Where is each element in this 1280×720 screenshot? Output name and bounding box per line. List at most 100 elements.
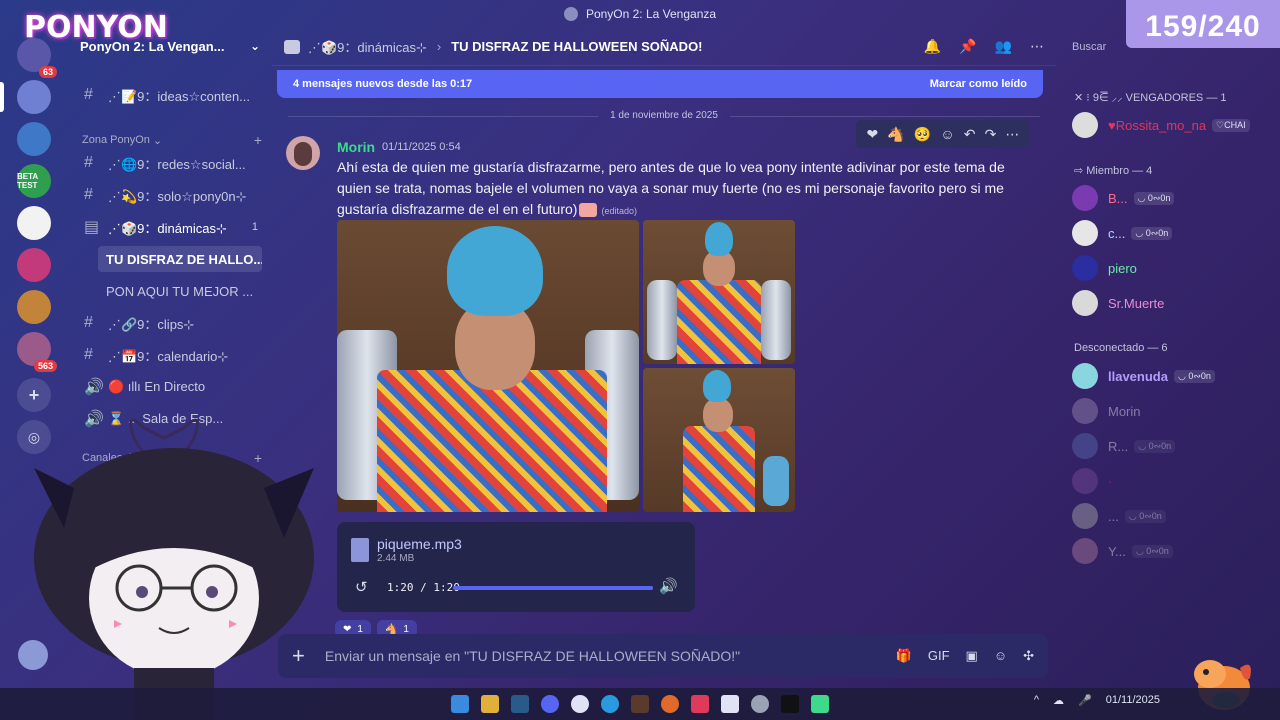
member-item[interactable]: · [1072, 466, 1272, 496]
audio-filename[interactable]: piqueme.mp3 [377, 536, 462, 552]
start-icon[interactable] [451, 695, 469, 713]
attachment-image-2[interactable] [643, 220, 795, 364]
explorer-icon[interactable] [481, 695, 499, 713]
mic-icon[interactable]: 🎤 [1078, 694, 1092, 707]
steam-icon[interactable] [511, 695, 529, 713]
channel-clips[interactable]: # ⋰🔗9：clips⊹ [76, 310, 266, 336]
thread-pon-aqui[interactable]: PON AQUI TU MEJOR ... [98, 278, 262, 304]
pleading-reaction-icon[interactable]: 🥺 [914, 126, 931, 143]
cloud-icon[interactable]: ☁ [1053, 694, 1064, 707]
obs-icon[interactable] [751, 695, 769, 713]
app-icon[interactable] [631, 695, 649, 713]
audio-progress-track[interactable] [453, 586, 653, 590]
more-icon[interactable]: ⋯ [1030, 38, 1044, 55]
category-zona-ponyon[interactable]: Zona PonyOn ⌄ + [82, 132, 262, 148]
replay-icon[interactable]: ↺ [355, 578, 368, 596]
app-icon[interactable] [721, 695, 739, 713]
members-icon[interactable]: 👥 [995, 38, 1012, 55]
member-item[interactable]: Y... ◡ 0∾0n [1072, 536, 1272, 566]
message-composer[interactable]: + Enviar un mensaje en "TU DISFRAZ DE HA… [278, 634, 1048, 678]
mark-as-read-button[interactable]: Marcar como leído [930, 78, 1027, 90]
member-name: Sr.Muerte [1108, 295, 1165, 311]
heart-reaction-icon[interactable]: ❤ [867, 126, 879, 143]
member-item[interactable]: piero [1072, 253, 1272, 283]
breadcrumb-channel[interactable]: ⋰🎲9：dinámicas⊹ [308, 37, 427, 56]
discord-icon[interactable] [541, 695, 559, 713]
bell-icon[interactable]: 🔔 [924, 38, 941, 55]
audio-attachment: piqueme.mp3 2.44 MB ↺ 1:20 / 1:20 🔊 [337, 522, 695, 612]
message-author[interactable]: Morin [337, 139, 375, 155]
pin-icon[interactable]: 📌 [959, 38, 976, 55]
pony-reaction-icon[interactable]: 🐴 [887, 126, 904, 143]
member-item[interactable]: Sr.Muerte [1072, 288, 1272, 318]
emoji-icon[interactable]: ☺ [994, 648, 1007, 664]
edge-icon[interactable] [601, 695, 619, 713]
member-item[interactable]: ♥Rossita_mo_na ♡CHAI [1072, 110, 1272, 140]
sticker-icon[interactable]: ▣ [966, 648, 978, 664]
reply-icon[interactable]: ↶ [964, 126, 976, 143]
member-tag: ◡ 0∾0n [1134, 439, 1176, 453]
channel-redes[interactable]: # ⋰🌐9：redes☆social... [76, 150, 266, 176]
member-item[interactable]: B... ◡ 0∾0n [1072, 183, 1272, 213]
server-icon-ponyon[interactable]: 63 [17, 38, 57, 78]
chat-header: ⋰🎲9：dinámicas⊹ › TU DISFRAZ DE HALLOWEEN… [272, 28, 1056, 66]
app-icon[interactable] [781, 695, 799, 713]
add-channel-icon[interactable]: + [254, 132, 262, 148]
chevron-up-icon[interactable]: ^ [1034, 694, 1039, 707]
server-icon-8[interactable]: 563 [17, 332, 57, 372]
new-messages-banner[interactable]: 4 mensajes nuevos desde las 0:17 Marcar … [277, 70, 1043, 98]
chatgpt-icon[interactable] [571, 695, 589, 713]
gif-icon[interactable]: GIF [928, 648, 950, 664]
volume-icon[interactable]: 🔊 [659, 577, 678, 595]
reaction-count: 1 [357, 623, 363, 635]
server-name: PonyOn 2: La Vengan... [80, 38, 225, 54]
channel-ideas[interactable]: # ⋰📝9：ideas☆conten... [76, 82, 266, 108]
server-icon-beta-test[interactable]: BETA TEST [17, 164, 51, 198]
search-input[interactable]: Buscar [1064, 36, 1194, 60]
emoji-icon [579, 203, 598, 218]
add-reaction-icon[interactable]: ☺ [940, 126, 954, 142]
server-icon-5[interactable] [17, 206, 51, 240]
channel-label: ⋰🌐9：redes☆social... [108, 156, 246, 172]
more-icon[interactable]: ⋯ [1005, 126, 1019, 143]
app-icon[interactable] [691, 695, 709, 713]
attachment-image-1[interactable] [337, 220, 639, 512]
firefox-icon[interactable] [661, 695, 679, 713]
avatar[interactable] [286, 136, 320, 170]
window-titlebar: PonyOn 2: La Venganza [0, 0, 1280, 28]
voice-channel-en-directo[interactable]: 🔊 🔴 ıllı En Directo [76, 374, 266, 400]
edited-label: (editado) [601, 206, 637, 216]
server-icon-3[interactable] [17, 122, 51, 156]
apps-icon[interactable]: ✣ [1023, 648, 1034, 664]
speaker-icon: 🔊 [84, 379, 104, 396]
member-item[interactable]: llavenuda ◡ 0∾0n [1072, 361, 1272, 391]
hawaiian-shirt [683, 426, 755, 512]
attachment-image-3[interactable] [643, 368, 795, 512]
thread-tu-disfraz[interactable]: TU DISFRAZ DE HALLO... [98, 246, 262, 272]
member-item[interactable]: ... ◡ 0∾0n [1072, 501, 1272, 531]
member-item[interactable]: R... ◡ 0∾0n [1072, 431, 1272, 461]
channel-dinamicas[interactable]: ▤ ⋰🎲9：dinámicas⊹ 1 [76, 214, 266, 240]
forward-icon[interactable]: ↷ [985, 126, 997, 143]
gift-icon[interactable]: 🎁 [896, 648, 912, 664]
member-item[interactable]: Morin [1072, 396, 1272, 426]
server-icon-2[interactable] [17, 80, 51, 114]
member-name: · [1108, 473, 1113, 489]
member-name: Morin [1108, 403, 1141, 419]
app-icon[interactable] [811, 695, 829, 713]
avatar [1072, 112, 1098, 138]
channel-calendario[interactable]: # ⋰📅9：calendario⊹ [76, 342, 266, 368]
window-title: PonyOn 2: La Venganza [585, 7, 717, 21]
add-server-icon[interactable]: + [17, 378, 51, 412]
server-icon-6[interactable] [17, 248, 51, 282]
member-name: c... [1108, 225, 1126, 241]
composer-placeholder[interactable]: Enviar un mensaje en "TU DISFRAZ DE HALL… [325, 648, 740, 664]
member-item[interactable]: c... ◡ 0∾0n [1072, 218, 1272, 248]
hawaiian-shirt [377, 370, 607, 512]
thread-label: TU DISFRAZ DE HALLO... [106, 251, 262, 267]
server-icon-7[interactable] [17, 290, 51, 324]
server-header[interactable]: PonyOn 2: La Vengan... ⌄ [68, 28, 272, 64]
channel-solo-ponyon[interactable]: # ⋰💫9：solo☆pony0n⊹ [76, 182, 266, 208]
member-group-miembro: ⇨ Miembro — 4 [1074, 165, 1153, 177]
category-label: Zona PonyOn [82, 134, 150, 146]
